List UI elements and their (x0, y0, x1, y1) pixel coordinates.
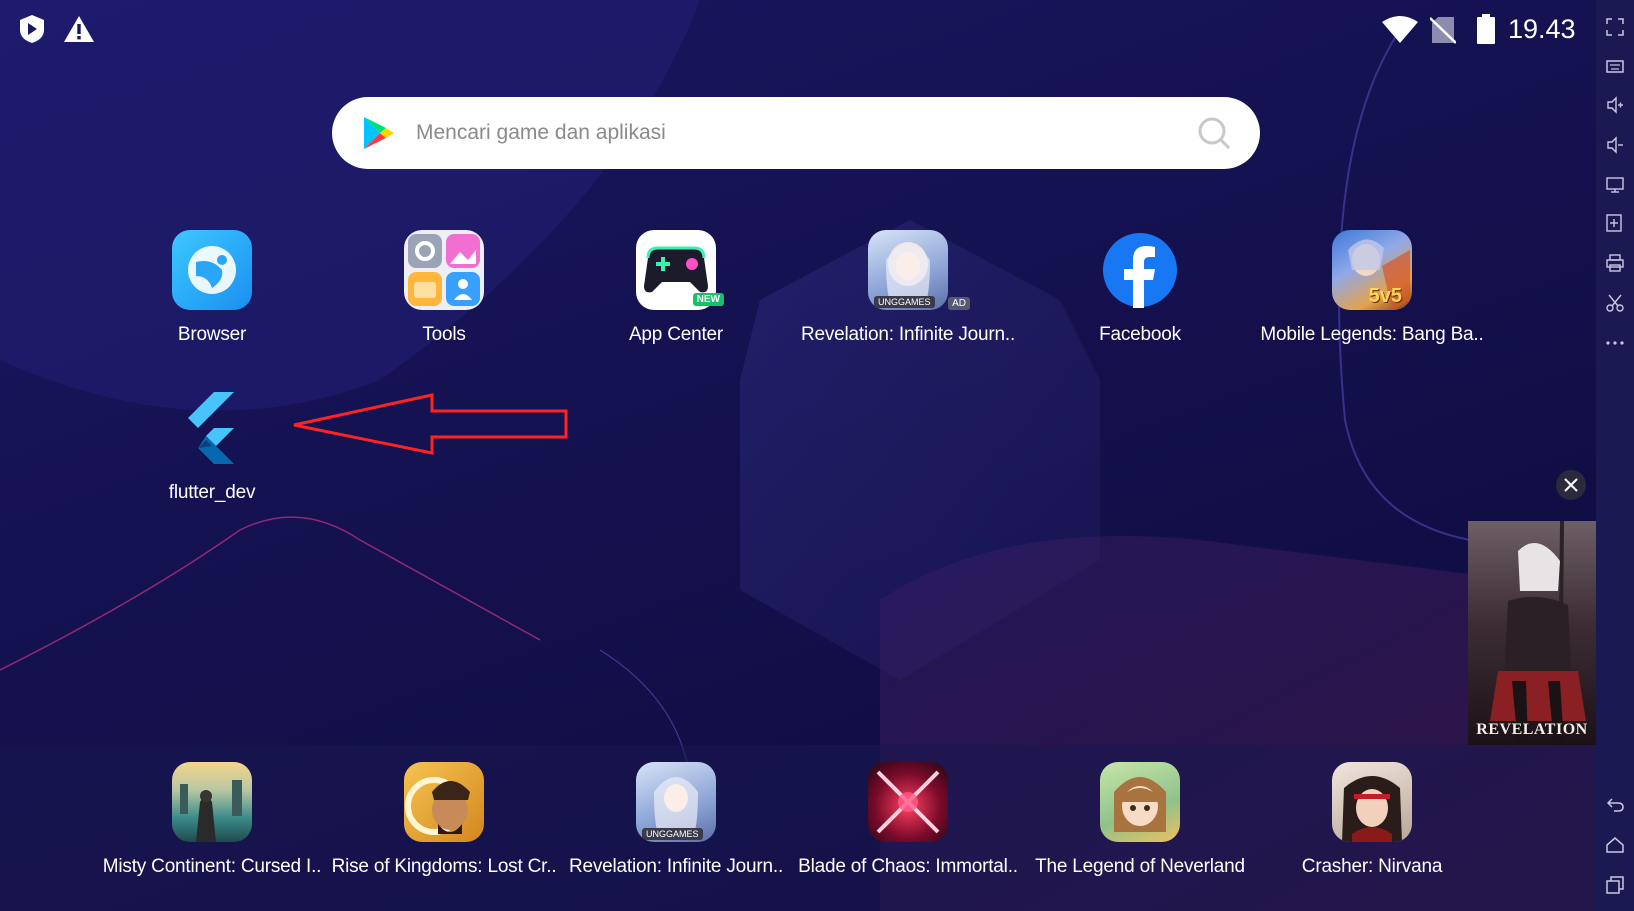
fullscreen-icon[interactable] (1606, 18, 1624, 36)
dock-app-rise-of-kingdoms[interactable]: Rise of Kingdoms: Lost Cr.. (328, 762, 560, 878)
flutter-icon (172, 388, 252, 468)
app-label: Rise of Kingdoms: Lost Cr.. (331, 856, 557, 877)
app-app-center[interactable]: NEW App Center (560, 230, 792, 346)
more-icon[interactable] (1606, 334, 1624, 352)
dock-app-revelation[interactable]: UNGGAMES Revelation: Infinite Journ.. (560, 762, 792, 878)
facebook-icon (1100, 230, 1180, 310)
battery-icon (1476, 14, 1496, 49)
recents-icon[interactable] (1606, 876, 1624, 894)
app-label: Blade of Chaos: Immortal.. (798, 856, 1018, 877)
dock-app-legend-of-neverland[interactable]: The Legend of Neverland (1024, 762, 1256, 878)
tools-icon (404, 230, 484, 310)
revelation-icon: UNGGAMES AD (868, 230, 970, 310)
ad-badge: AD (948, 297, 970, 310)
legend-of-neverland-icon (1100, 762, 1180, 842)
close-ad-button[interactable] (1556, 470, 1586, 500)
app-label: Tools (422, 324, 466, 345)
app-label: Mobile Legends: Bang Ba.. (1260, 324, 1484, 345)
new-badge: NEW (692, 293, 724, 306)
search-icon[interactable] (1196, 115, 1232, 151)
crasher-nirvana-icon (1332, 762, 1412, 842)
back-icon[interactable] (1606, 796, 1624, 814)
ad-artwork (1490, 521, 1586, 745)
ad-banner[interactable]: REVELATION (1468, 521, 1596, 745)
keyboard-icon[interactable] (1606, 57, 1624, 75)
clock: 19.43 (1508, 14, 1576, 44)
app-label: Misty Continent: Cursed I.. (102, 856, 322, 877)
apk-install-icon[interactable] (1606, 214, 1624, 232)
search-placeholder[interactable]: Mencari game dan aplikasi (416, 121, 1196, 145)
warning-icon (63, 14, 95, 49)
app-browser[interactable]: Browser (96, 230, 328, 346)
dock-app-blade-of-chaos[interactable]: Blade of Chaos: Immortal.. (792, 762, 1024, 878)
unggames-badge: UNGGAMES (874, 296, 935, 308)
app-tools[interactable]: Tools (328, 230, 560, 346)
app-label: Facebook (1099, 324, 1181, 345)
no-sim-icon (1429, 16, 1457, 49)
app-label: Revelation: Infinite Journ.. (800, 324, 1016, 345)
search-bar[interactable]: Mencari game dan aplikasi (332, 97, 1260, 169)
unggames-badge: UNGGAMES (642, 828, 703, 840)
revelation-icon: UNGGAMES (636, 762, 716, 842)
wifi-icon (1382, 16, 1418, 49)
app-label: Revelation: Infinite Journ.. (568, 856, 784, 877)
play-store-icon (364, 117, 394, 149)
red-arrow-annotation (293, 393, 568, 455)
print-icon[interactable] (1606, 254, 1624, 272)
volume-up-icon[interactable] (1606, 96, 1624, 114)
dock-app-misty-continent[interactable]: Misty Continent: Cursed I.. (96, 762, 328, 878)
home-icon[interactable] (1606, 836, 1624, 854)
app-mobile-legends[interactable]: 5v5 Mobile Legends: Bang Ba.. (1256, 230, 1488, 346)
misty-continent-icon (172, 762, 252, 842)
app-label: Browser (177, 324, 247, 345)
5v5-label: 5v5 (1368, 285, 1402, 307)
close-icon (1564, 478, 1578, 492)
volume-down-icon[interactable] (1606, 136, 1624, 154)
rise-of-kingdoms-icon (404, 762, 484, 842)
app-center-icon: NEW (636, 230, 724, 310)
browser-icon (172, 230, 252, 310)
ad-title: REVELATION (1476, 721, 1588, 738)
scissors-icon[interactable] (1606, 294, 1624, 312)
mobile-legends-icon: 5v5 (1332, 230, 1412, 310)
screen-icon[interactable] (1606, 176, 1624, 194)
app-label: flutter_dev (168, 482, 256, 503)
dock-app-crasher-nirvana[interactable]: Crasher: Nirvana (1256, 762, 1488, 878)
app-revelation[interactable]: UNGGAMES AD Revelation: Infinite Journ.. (792, 230, 1024, 346)
blade-of-chaos-icon (868, 762, 948, 842)
emulator-sidebar (1596, 0, 1634, 911)
shield-icon (18, 14, 46, 49)
app-label: App Center (628, 324, 724, 345)
app-facebook[interactable]: Facebook (1024, 230, 1256, 346)
app-label: Crasher: Nirvana (1301, 856, 1443, 877)
app-label: The Legend of Neverland (1035, 856, 1245, 877)
